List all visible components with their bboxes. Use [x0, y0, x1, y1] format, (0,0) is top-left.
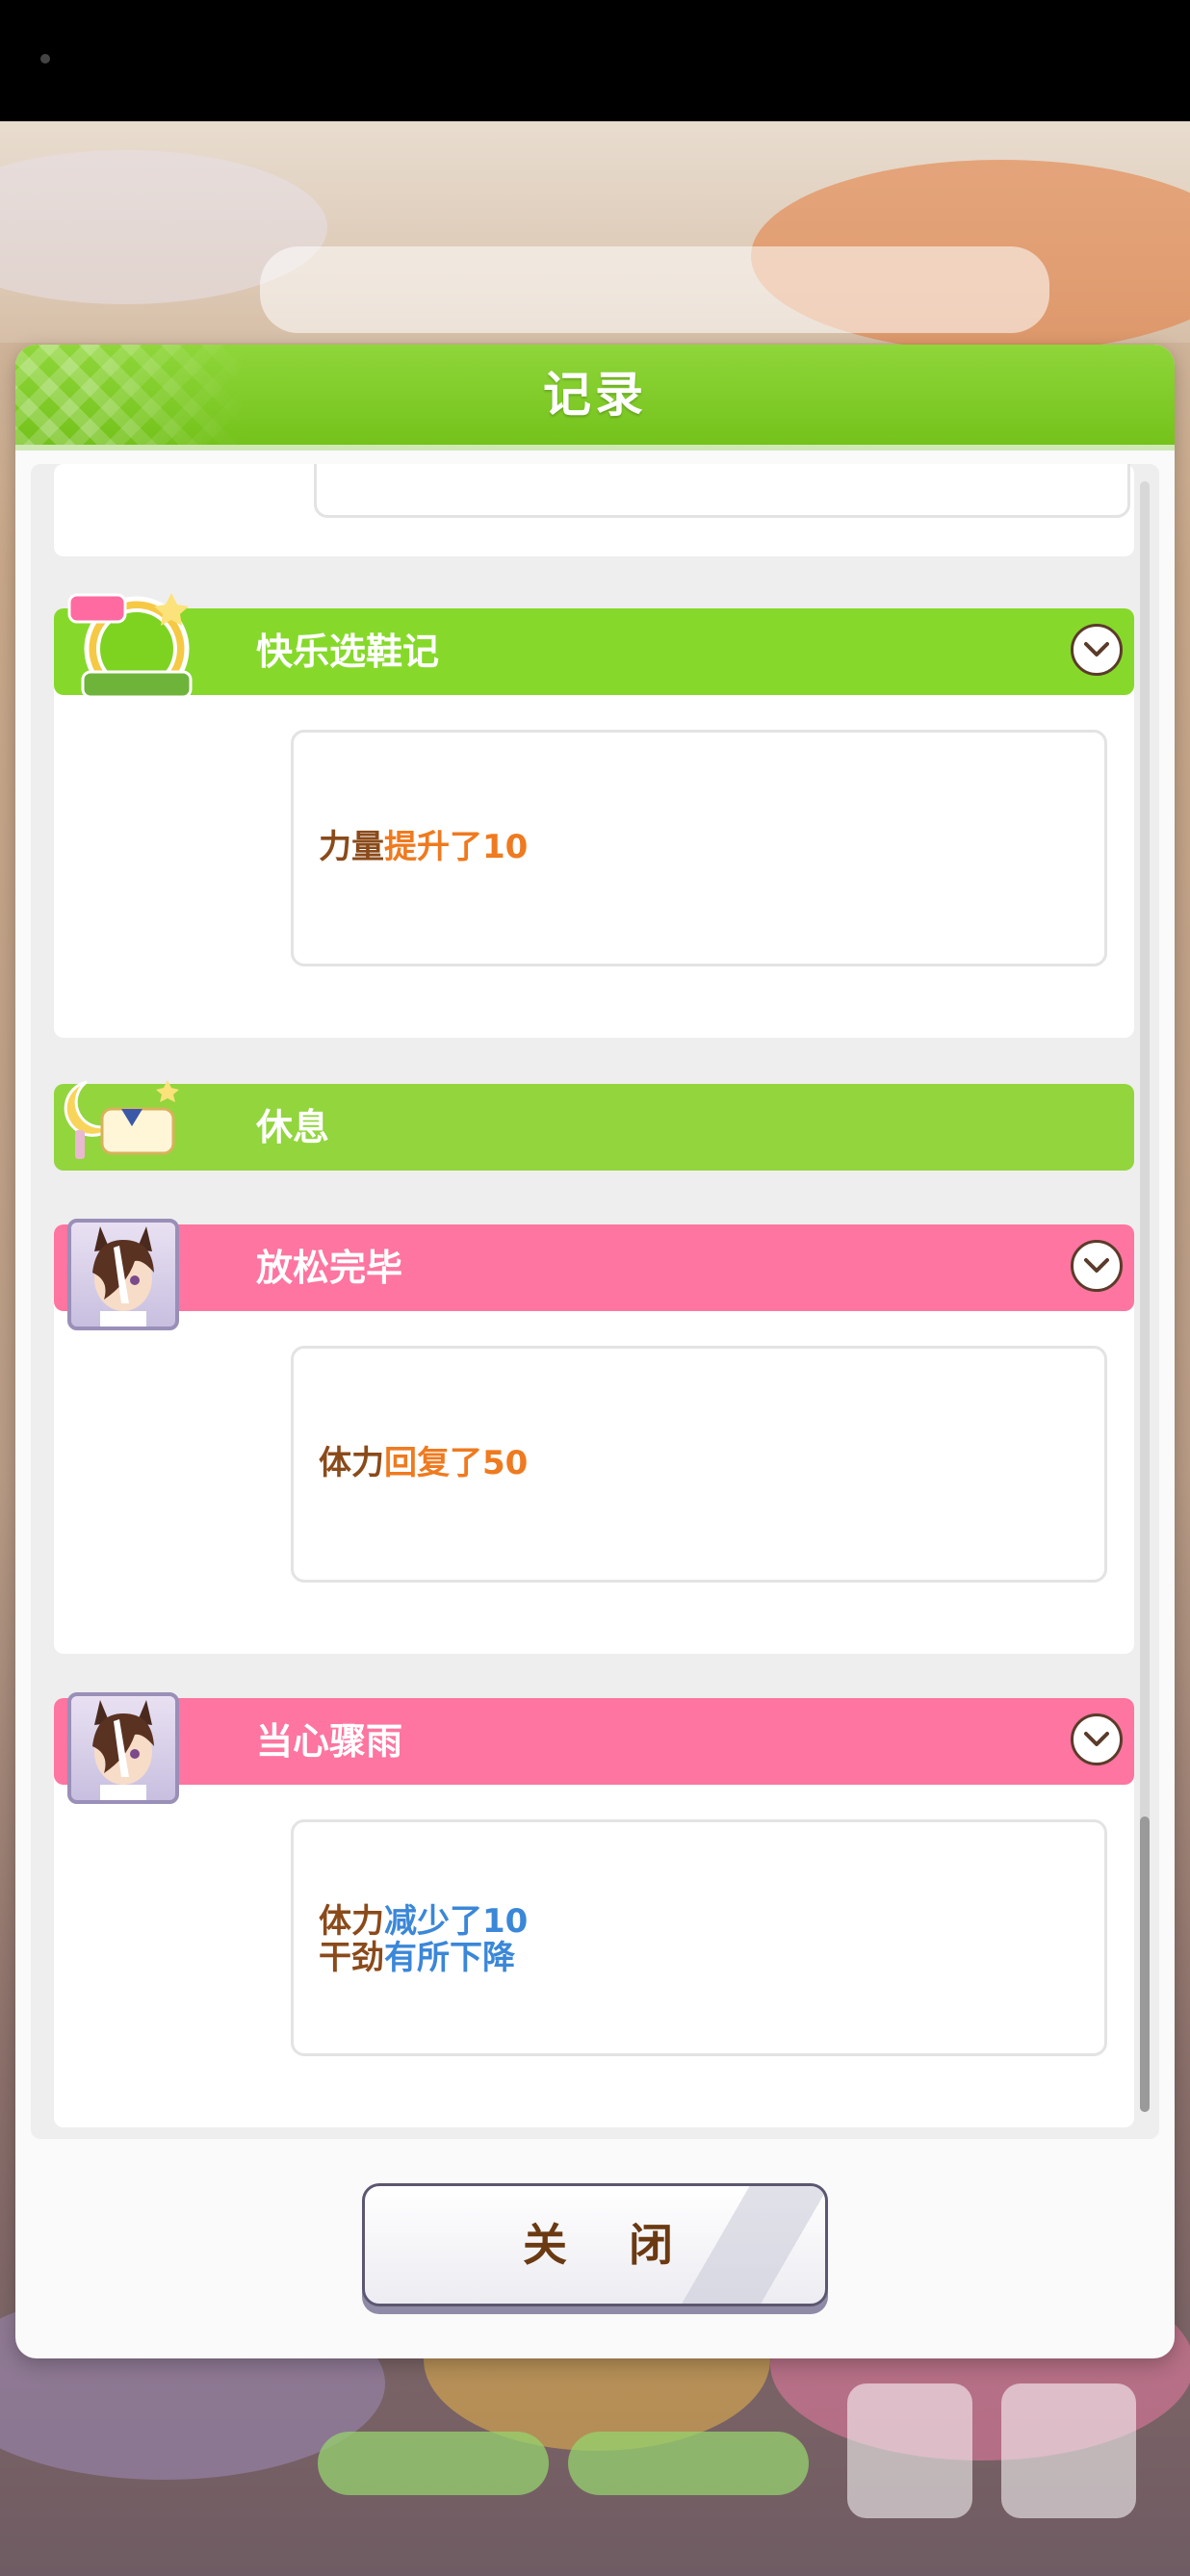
close-button[interactable]: 关 闭 — [362, 2183, 828, 2306]
character-avatar — [67, 1692, 179, 1804]
scroll-thumb[interactable] — [1140, 1816, 1150, 2112]
stat-change: 回复了50 — [384, 1444, 529, 1482]
record-card-partial — [54, 464, 1134, 556]
background-info-bar — [260, 246, 1049, 333]
status-dot — [40, 54, 50, 64]
close-button-label: 关 闭 — [522, 2219, 696, 2271]
event-header-rest[interactable]: 休息 — [54, 1084, 1134, 1171]
event-title: 当心骤雨 — [256, 1720, 403, 1763]
entry-line: 干劲有所下降 — [319, 1940, 515, 1976]
event-title: 休息 — [256, 1106, 330, 1148]
entry-box: 体力回复了50 — [291, 1346, 1107, 1583]
status-bar — [0, 0, 1190, 121]
background-button — [318, 2432, 549, 2495]
rest-moon-bed-icon — [58, 1070, 183, 1176]
chevron-down-icon[interactable] — [1071, 624, 1123, 676]
entry-line: 体力回复了50 — [319, 1445, 528, 1481]
stat-label: 干劲 — [319, 1939, 384, 1977]
event-header-rain[interactable]: 当心骤雨 — [54, 1698, 1134, 1785]
entry-box-partial — [314, 464, 1130, 518]
entry-line: 体力减少了10 — [319, 1903, 528, 1940]
background-button — [568, 2432, 809, 2495]
record-list[interactable]: 快乐选鞋记 力量提升了10 休息 放松完毕 体力回复了50 当心骤雨 体力减少了… — [31, 464, 1159, 2139]
event-header-relax[interactable]: 放松完毕 — [54, 1224, 1134, 1311]
chevron-down-icon[interactable] — [1071, 1240, 1123, 1292]
stat-change: 有所下降 — [384, 1939, 515, 1977]
background-menu-button — [1001, 2383, 1136, 2518]
event-title: 快乐选鞋记 — [256, 631, 440, 673]
ura-finals-badge-icon — [60, 585, 214, 705]
entry-line: 力量提升了10 — [319, 829, 528, 865]
modal-header: 记录 — [15, 345, 1175, 451]
event-header-shoe[interactable]: 快乐选鞋记 — [54, 608, 1134, 695]
character-avatar — [67, 1219, 179, 1330]
entry-box: 力量提升了10 — [291, 730, 1107, 966]
modal-title: 记录 — [543, 367, 647, 423]
event-title: 放松完毕 — [256, 1247, 403, 1289]
stat-label: 力量 — [319, 828, 384, 866]
scrollbar[interactable] — [1140, 481, 1150, 2112]
chevron-down-icon[interactable] — [1071, 1713, 1123, 1765]
background-icon-button — [847, 2383, 972, 2518]
record-modal: 记录 快乐选鞋记 力量提升了10 休息 放松完毕 体力回复了50 当心骤雨 体力… — [15, 345, 1175, 2358]
stat-label: 体力 — [319, 1902, 384, 1941]
stat-label: 体力 — [319, 1444, 384, 1482]
stat-change: 减少了10 — [384, 1902, 529, 1941]
stat-change: 提升了10 — [384, 828, 529, 866]
entry-box: 体力减少了10 干劲有所下降 — [291, 1819, 1107, 2056]
